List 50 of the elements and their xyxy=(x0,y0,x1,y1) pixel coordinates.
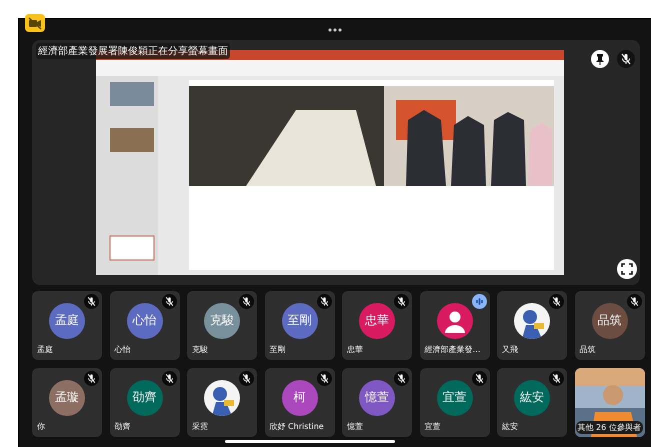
avatar: 孟璇 xyxy=(49,380,85,416)
participant-tile[interactable]: 宜萱 宜萱 xyxy=(420,368,490,437)
participant-tile[interactable]: 克駿 克駿 xyxy=(187,291,257,360)
participant-name: 紘安 xyxy=(501,421,519,433)
avatar: 心怡 xyxy=(126,302,162,338)
fullscreen-icon[interactable] xyxy=(617,259,637,279)
mic-off-icon xyxy=(617,50,635,68)
avatar: 忠華 xyxy=(359,302,395,338)
presenter-caption: 經濟部產業發展署陳俊穎正在分享螢幕畫面 xyxy=(36,43,230,59)
participant-tile[interactable]: 劭齊 劭齊 xyxy=(110,368,180,437)
participant-tile[interactable]: 采霓 xyxy=(187,368,257,437)
participant-name: 宜萱 xyxy=(424,421,442,433)
participant-tile[interactable]: 孟庭 孟庭 xyxy=(32,291,102,360)
participant-tile[interactable]: 憶萱 憶萱 xyxy=(342,368,412,437)
participant-tile[interactable]: 其他 26 位參與者 xyxy=(574,368,644,437)
participant-tile[interactable]: 柯 欣妤 Christine xyxy=(264,368,334,437)
avatar: 品筑 xyxy=(592,302,628,338)
others-count-label: 其他 26 位參與者 xyxy=(576,421,643,434)
participant-name: 欣妤 Christine xyxy=(268,421,325,433)
participant-name: 你 xyxy=(36,421,46,433)
participant-name: 心怡 xyxy=(114,344,132,356)
participant-name: 劭齊 xyxy=(114,421,132,433)
participant-name: 又飛 xyxy=(501,344,519,356)
pin-icon[interactable] xyxy=(591,50,609,68)
camera-off-icon[interactable] xyxy=(25,14,45,32)
avatar: 孟庭 xyxy=(49,302,85,338)
participant-tile[interactable]: 又飛 xyxy=(497,291,567,360)
participant-tile[interactable]: 紘安 紘安 xyxy=(497,368,567,437)
more-icon[interactable] xyxy=(328,28,342,32)
participant-name: 至剛 xyxy=(268,344,286,356)
participant-name: 孟庭 xyxy=(36,344,54,356)
participant-name: 憶萱 xyxy=(346,421,364,433)
participant-tile[interactable]: 經濟部產業發… xyxy=(420,291,490,360)
avatar: 柯 xyxy=(282,380,318,416)
participant-tile[interactable]: 忠華 忠華 xyxy=(342,291,412,360)
avatar: 克駿 xyxy=(204,302,240,338)
participant-tile[interactable]: 至剛 至剛 xyxy=(264,291,334,360)
avatar: 至剛 xyxy=(282,302,318,338)
participant-name: 經濟部產業發… xyxy=(424,344,482,356)
participant-tile[interactable]: 品筑 品筑 xyxy=(574,291,644,360)
avatar: 憶萱 xyxy=(359,380,395,416)
participant-tile[interactable]: 心怡 心怡 xyxy=(110,291,180,360)
avatar: 紘安 xyxy=(514,380,550,416)
participant-name: 采霓 xyxy=(191,421,209,433)
participant-tile[interactable]: 孟璇 你 xyxy=(32,368,102,437)
participant-name: 克駿 xyxy=(191,344,209,356)
avatar: 宜萱 xyxy=(436,380,472,416)
avatar: 劭齊 xyxy=(126,380,162,416)
participant-name: 品筑 xyxy=(578,344,596,356)
participant-name: 忠華 xyxy=(346,344,364,356)
